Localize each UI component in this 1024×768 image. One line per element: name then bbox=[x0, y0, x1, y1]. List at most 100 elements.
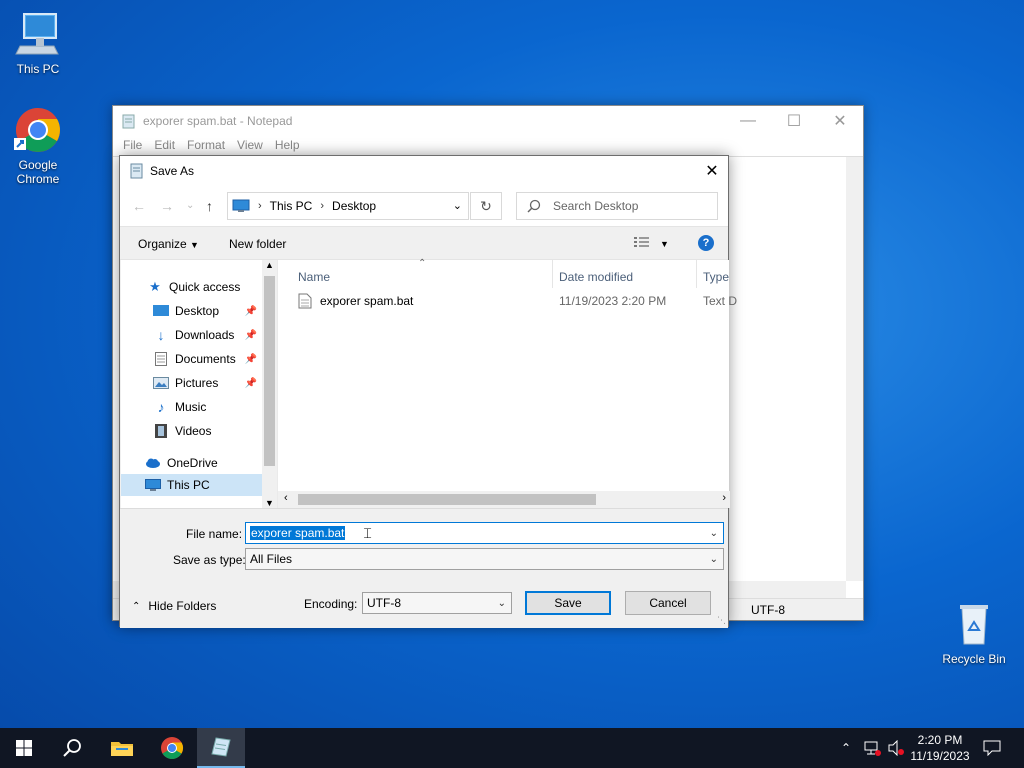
scroll-up-icon[interactable]: ▲ bbox=[265, 260, 274, 270]
search-button[interactable] bbox=[48, 728, 96, 768]
resize-grip-icon[interactable]: ⋱ bbox=[717, 615, 726, 626]
menu-format[interactable]: Format bbox=[181, 136, 231, 156]
command-bar: Organize ▼ New folder ▼ ? bbox=[120, 226, 728, 260]
nav-item-documents[interactable]: Documents 📌 bbox=[153, 348, 257, 370]
save-as-dialog[interactable]: Save As ✕ ← → ⌄ ↑ › This PC › Desktop ⌄ … bbox=[119, 155, 737, 628]
breadcrumb-desktop[interactable]: Desktop bbox=[332, 199, 376, 213]
menu-help[interactable]: Help bbox=[269, 136, 306, 156]
help-icon[interactable]: ? bbox=[698, 235, 714, 251]
column-header-date[interactable]: Date modified bbox=[559, 270, 633, 284]
nav-scrollbar[interactable]: ▲ ▼ bbox=[262, 260, 277, 508]
chevron-down-icon: ⌄ bbox=[709, 554, 718, 565]
search-input[interactable]: Search Desktop bbox=[516, 192, 718, 220]
start-button[interactable] bbox=[0, 728, 48, 768]
pin-icon: 📌 bbox=[244, 353, 257, 365]
save-button[interactable]: Save bbox=[525, 591, 611, 615]
folder-icon bbox=[111, 742, 133, 756]
breadcrumb-this-pc[interactable]: This PC bbox=[270, 199, 313, 213]
organize-label: Organize bbox=[138, 237, 187, 251]
file-name-label: File name: bbox=[186, 527, 243, 541]
address-bar[interactable]: › This PC › Desktop ⌄ bbox=[227, 192, 469, 220]
notepad-taskbar-button[interactable] bbox=[197, 728, 245, 768]
text-file-icon bbox=[298, 293, 312, 309]
nav-label: Pictures bbox=[175, 376, 219, 390]
chrome-icon bbox=[161, 737, 183, 759]
maximize-button[interactable]: ☐ bbox=[771, 106, 817, 136]
pin-icon: 📌 bbox=[244, 377, 257, 389]
column-divider[interactable] bbox=[696, 260, 697, 288]
chrome-icon bbox=[14, 106, 62, 154]
back-arrow-icon[interactable]: ← bbox=[132, 198, 146, 214]
file-row[interactable]: exporer spam.bat 11/19/2023 2:20 PM Text… bbox=[298, 290, 738, 312]
nav-item-music[interactable]: ♪ Music bbox=[153, 396, 207, 418]
new-folder-button[interactable]: New folder bbox=[229, 237, 286, 251]
desktop-icon-this-pc[interactable]: This PC bbox=[2, 10, 74, 76]
show-hidden-icons-button[interactable]: ⌃ bbox=[836, 728, 856, 768]
desktop-icon-label: Recycle Bin bbox=[942, 652, 1006, 666]
organize-button[interactable]: Organize ▼ bbox=[138, 237, 199, 251]
status-encoding: UTF-8 bbox=[751, 603, 785, 617]
scroll-left-icon[interactable]: ‹ bbox=[284, 492, 288, 504]
file-name-input[interactable]: exporer spam.bat ⌶ ⌄ bbox=[245, 522, 724, 544]
desktop-icon-label: Google Chrome bbox=[16, 158, 60, 186]
menu-view[interactable]: View bbox=[231, 136, 269, 156]
close-button[interactable]: ✕ bbox=[696, 156, 728, 186]
taskbar-clock[interactable]: 2:20 PM 11/19/2023 bbox=[900, 732, 980, 764]
forward-arrow-icon[interactable]: → bbox=[160, 198, 174, 214]
column-header-type[interactable]: Type bbox=[703, 270, 729, 284]
save-options: File name: exporer spam.bat ⌶ ⌄ Save as … bbox=[120, 508, 728, 628]
column-divider[interactable] bbox=[552, 260, 553, 288]
menu-edit[interactable]: Edit bbox=[148, 136, 181, 156]
nav-item-pictures[interactable]: Pictures 📌 bbox=[153, 372, 257, 394]
scroll-right-icon[interactable]: › bbox=[722, 492, 726, 504]
network-icon[interactable] bbox=[860, 728, 884, 768]
caret-down-icon[interactable]: ▼ bbox=[660, 239, 669, 249]
hide-folders-label: Hide Folders bbox=[148, 599, 217, 613]
close-button[interactable]: ✕ bbox=[817, 106, 863, 136]
horizontal-scrollbar[interactable]: ‹ › bbox=[278, 491, 730, 508]
nav-quick-access[interactable]: ★ Quick access bbox=[147, 276, 240, 298]
nav-item-downloads[interactable]: ↓ Downloads 📌 bbox=[153, 324, 258, 346]
navigation-bar: ← → ⌄ ↑ › This PC › Desktop ⌄ ↻ Search D… bbox=[120, 186, 728, 226]
vertical-scrollbar[interactable] bbox=[846, 157, 863, 581]
encoding-select[interactable]: UTF-8 ⌄ bbox=[362, 592, 512, 614]
recent-dropdown-icon[interactable]: ⌄ bbox=[186, 200, 194, 211]
refresh-button[interactable]: ↻ bbox=[470, 192, 502, 220]
up-arrow-icon[interactable]: ↑ bbox=[206, 198, 213, 214]
save-as-type-value: All Files bbox=[250, 552, 293, 566]
file-name-value: exporer spam.bat bbox=[250, 526, 346, 540]
notepad-icon bbox=[130, 163, 143, 179]
recycle-bin-icon bbox=[950, 600, 998, 648]
nav-label: Documents bbox=[175, 352, 236, 366]
file-explorer-button[interactable] bbox=[98, 728, 146, 768]
dialog-titlebar[interactable]: Save As bbox=[120, 156, 728, 186]
desktop-icon-google-chrome[interactable]: Google Chrome bbox=[2, 106, 74, 186]
scroll-down-icon[interactable]: ▼ bbox=[265, 498, 274, 508]
chrome-taskbar-button[interactable] bbox=[148, 728, 196, 768]
nav-onedrive[interactable]: OneDrive bbox=[145, 452, 218, 474]
notifications-icon[interactable] bbox=[980, 728, 1004, 768]
pin-icon: 📌 bbox=[244, 329, 257, 341]
minimize-button[interactable]: — bbox=[725, 106, 771, 136]
save-as-type-select[interactable]: All Files ⌄ bbox=[245, 548, 724, 570]
hide-folders-button[interactable]: ⌃ Hide Folders bbox=[132, 599, 216, 613]
nav-item-desktop[interactable]: Desktop 📌 bbox=[153, 300, 257, 322]
chevron-down-icon[interactable]: ⌄ bbox=[453, 199, 462, 212]
view-options-icon[interactable] bbox=[634, 236, 652, 251]
nav-label: Videos bbox=[175, 424, 212, 438]
chevron-down-icon[interactable]: ⌄ bbox=[710, 528, 718, 539]
menu-file[interactable]: File bbox=[117, 136, 148, 156]
scrollbar-thumb[interactable] bbox=[298, 494, 596, 505]
desktop-folder-icon bbox=[153, 303, 169, 319]
scrollbar-thumb[interactable] bbox=[264, 276, 275, 466]
chevron-right-icon: › bbox=[258, 200, 262, 212]
nav-item-videos[interactable]: Videos bbox=[153, 420, 211, 442]
cancel-button[interactable]: Cancel bbox=[625, 591, 711, 615]
column-header-name[interactable]: Name bbox=[298, 270, 330, 284]
file-name: exporer spam.bat bbox=[320, 294, 414, 308]
encoding-value: UTF-8 bbox=[367, 596, 401, 610]
dialog-title: Save As bbox=[150, 164, 195, 178]
desktop-icon-recycle-bin[interactable]: Recycle Bin bbox=[938, 600, 1010, 666]
nav-label: Quick access bbox=[169, 280, 241, 294]
nav-this-pc[interactable]: This PC bbox=[121, 474, 262, 496]
